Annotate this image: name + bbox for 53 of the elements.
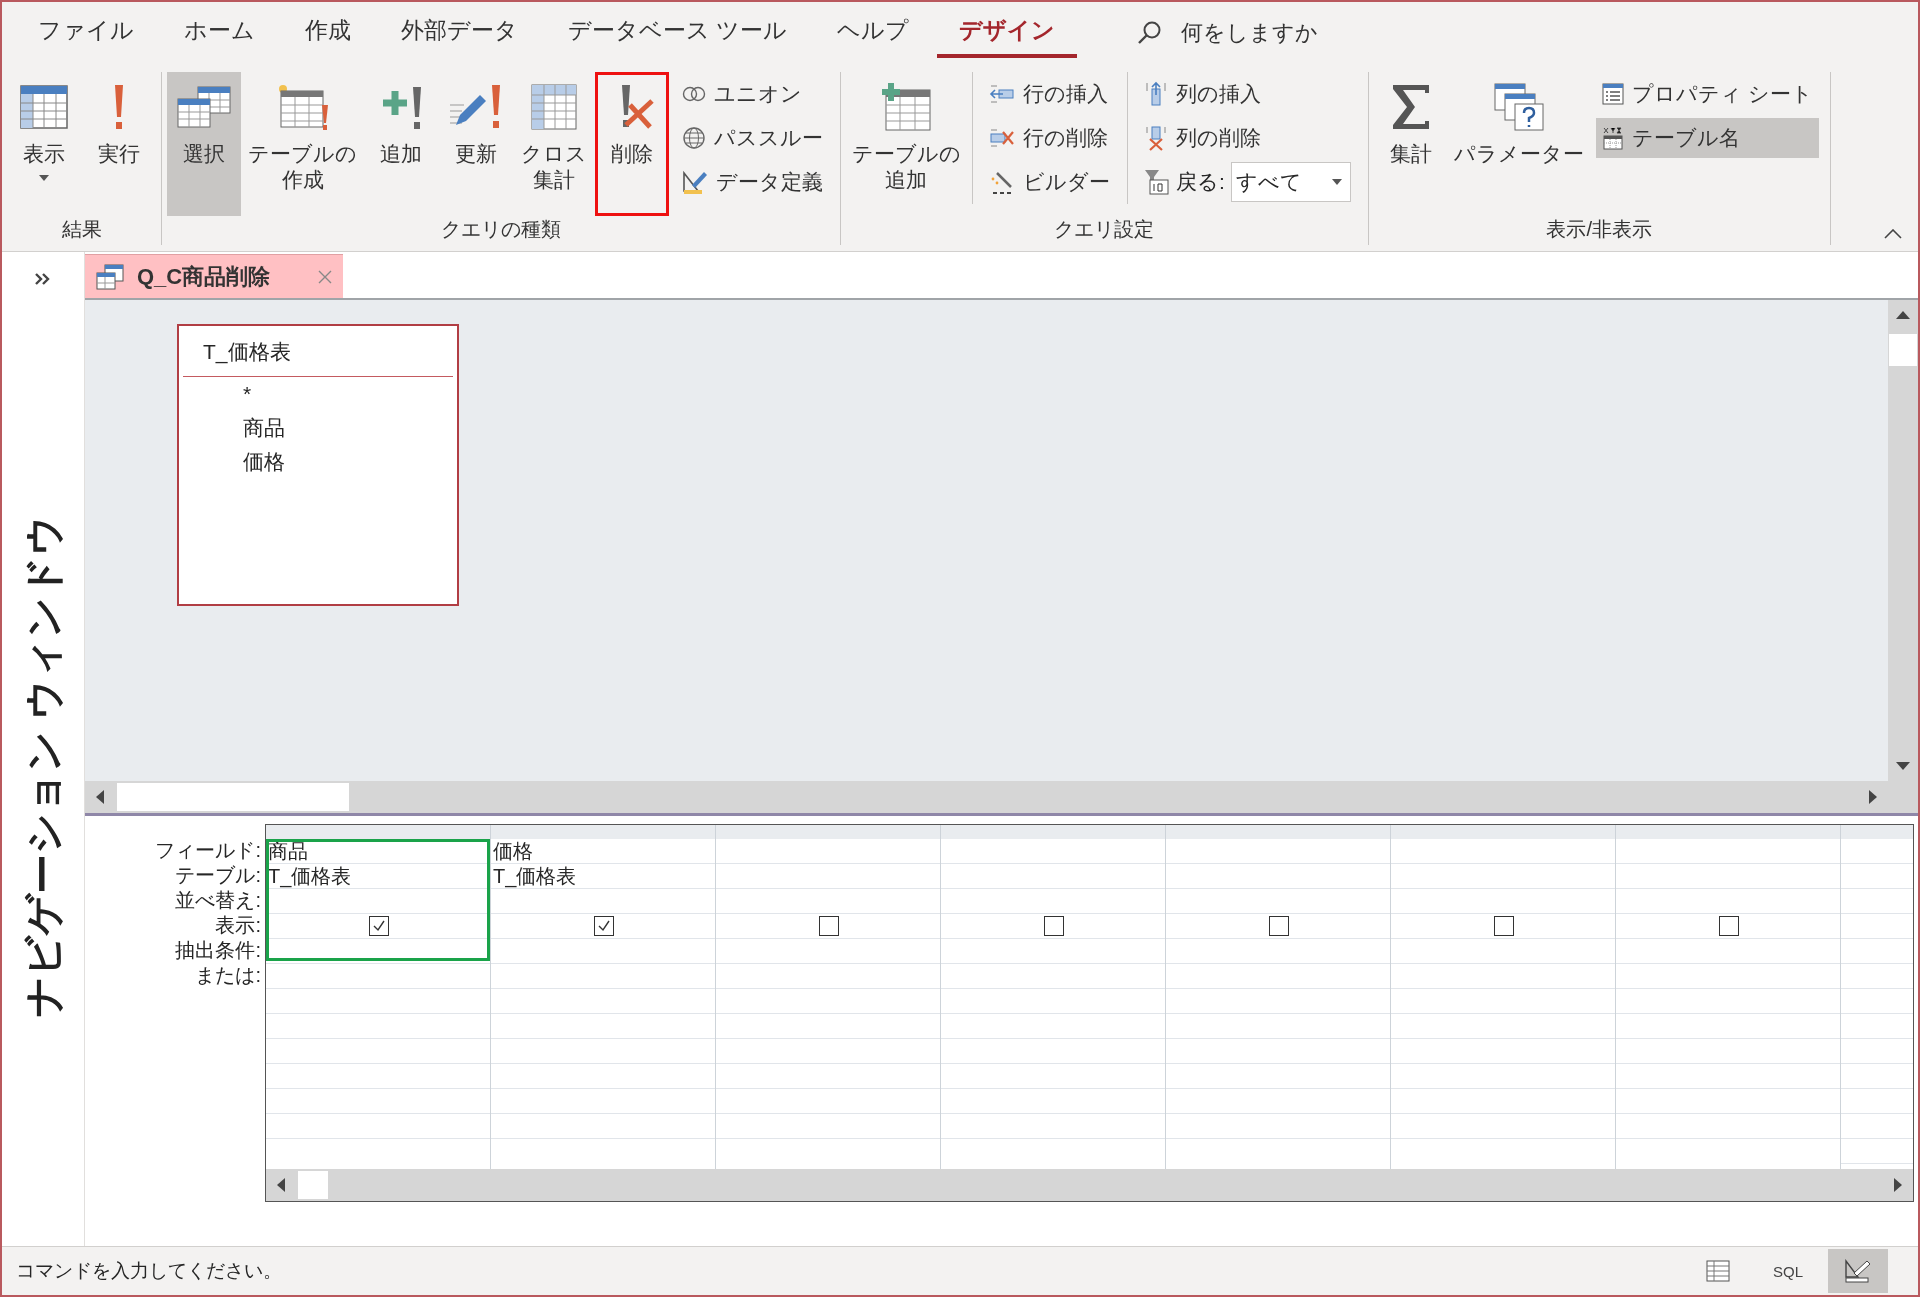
- ribbon-button[interactable]: 列の挿入: [1137, 74, 1357, 114]
- row-label: フィールド:: [154, 838, 262, 863]
- document-tab[interactable]: Q_C商品削除: [85, 254, 343, 298]
- ribbon-button[interactable]: ビルダー: [982, 162, 1116, 202]
- menu-tab[interactable]: ヘルプ: [815, 8, 932, 58]
- ribbon-button[interactable]: テーブルの作成: [242, 72, 364, 216]
- group-label: クエリの種類: [439, 217, 562, 242]
- field-item[interactable]: *: [179, 377, 457, 411]
- sql-view-button[interactable]: SQL: [1758, 1249, 1818, 1293]
- return-label: 戻る:: [1175, 169, 1225, 195]
- return-dropdown[interactable]: すべて: [1230, 162, 1351, 202]
- search-field[interactable]: 何をしますか: [1179, 19, 1384, 47]
- group-label: クエリ設定: [1053, 217, 1156, 242]
- ribbon-button[interactable]: データ定義: [675, 162, 829, 202]
- field-item[interactable]: 商品: [179, 411, 457, 445]
- ribbon-button[interactable]: パラメーター: [1448, 72, 1589, 216]
- ribbon-button[interactable]: 表示: [7, 72, 81, 216]
- ribbon-button[interactable]: テーブルの追加: [845, 72, 967, 216]
- ribbon-button[interactable]: 行の挿入: [982, 74, 1116, 114]
- ribbon-button[interactable]: 削除: [594, 72, 669, 216]
- menu-tab[interactable]: デザイン: [937, 8, 1078, 58]
- ribbon-button[interactable]: プロパティ シート: [1595, 74, 1819, 114]
- menu-tab[interactable]: ファイル: [16, 8, 156, 58]
- ribbon-button[interactable]: テーブル名: [1595, 118, 1819, 158]
- status-text: コマンドを入力してください。: [15, 1259, 283, 1283]
- grid-cell[interactable]: T_価格表: [266, 864, 490, 889]
- table-field-list[interactable]: T_価格表 * 商品 価格: [177, 324, 459, 606]
- row-label: テーブル:: [174, 863, 262, 888]
- group-label: 結果: [60, 217, 103, 242]
- group-label: 表示/非表示: [1545, 217, 1653, 242]
- ribbon-button[interactable]: 更新: [439, 72, 514, 216]
- row-label: 並べ替え:: [174, 888, 262, 913]
- ribbon-button[interactable]: 追加: [364, 72, 439, 216]
- ribbon-button[interactable]: 選択: [167, 72, 241, 216]
- row-label: 抽出条件:: [174, 938, 262, 963]
- ribbon-button[interactable]: 列の削除: [1137, 118, 1357, 158]
- ribbon-button[interactable]: パススルー: [675, 118, 829, 158]
- grid-cell[interactable]: 価格: [491, 839, 715, 864]
- field-item[interactable]: 価格: [179, 445, 457, 479]
- menu-tab[interactable]: ホーム: [162, 8, 277, 58]
- row-label: 表示:: [214, 913, 262, 938]
- ribbon-button[interactable]: ユニオン: [675, 74, 829, 114]
- ribbon-button[interactable]: 集計: [1373, 72, 1448, 216]
- ribbon-button[interactable]: クロス集計: [514, 72, 594, 216]
- menu-tab[interactable]: 作成: [283, 8, 373, 58]
- ribbon-button[interactable]: 行の削除: [982, 118, 1116, 158]
- grid-cell[interactable]: T_価格表: [491, 864, 715, 889]
- ribbon-button[interactable]: 実行: [82, 72, 156, 216]
- grid-cell[interactable]: 商品: [266, 839, 490, 864]
- row-label: または:: [194, 963, 262, 988]
- menu-tab[interactable]: データベース ツール: [546, 8, 810, 58]
- table-name: T_価格表: [183, 326, 453, 377]
- menu-tab[interactable]: 外部データ: [379, 8, 540, 58]
